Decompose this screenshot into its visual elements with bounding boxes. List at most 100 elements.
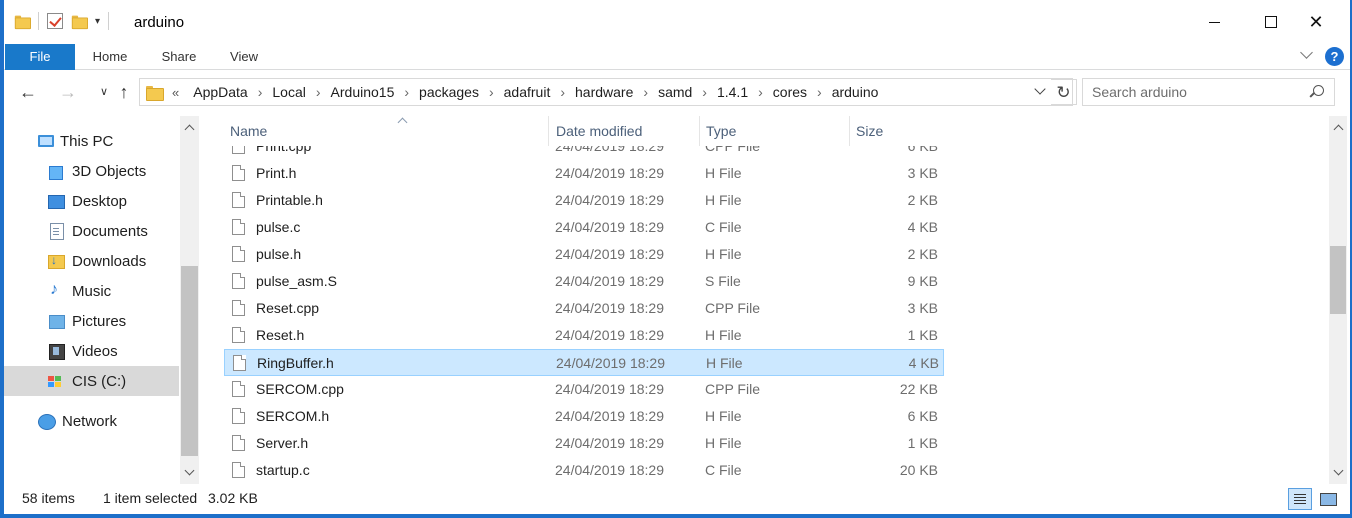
breadcrumb-arrow-icon[interactable]: › <box>310 84 327 100</box>
table-row[interactable]: RingBuffer.h 24/04/2019 18:29 H File 4 KB <box>224 349 944 376</box>
file-type: H File <box>706 355 743 371</box>
table-row[interactable]: pulse_asm.S 24/04/2019 18:29 S File 9 KB <box>224 268 944 295</box>
sidebar-item-label: Documents <box>72 222 148 240</box>
breadcrumb-arrow-icon[interactable]: › <box>752 84 769 100</box>
minimize-button[interactable] <box>1185 0 1243 44</box>
sort-ascending-icon <box>398 116 407 124</box>
large-icons-view-icon[interactable] <box>1316 488 1340 510</box>
table-row[interactable]: Print.cpp 24/04/2019 18:29 CPP File 6 KB <box>224 146 944 160</box>
table-row[interactable]: Print.h 24/04/2019 18:29 H File 3 KB <box>224 160 944 187</box>
desktop-folder-icon <box>48 193 66 209</box>
scrollbar-thumb[interactable] <box>181 266 198 456</box>
breadcrumb-arrow-icon[interactable]: › <box>483 84 500 100</box>
table-row[interactable]: pulse.h 24/04/2019 18:29 H File 2 KB <box>224 241 944 268</box>
breadcrumb-item[interactable]: AppData <box>189 84 251 100</box>
table-row[interactable]: Printable.h 24/04/2019 18:29 H File 2 KB <box>224 187 944 214</box>
file-icon <box>232 146 245 154</box>
scrollbar-thumb[interactable] <box>1330 246 1346 314</box>
toolbar-divider <box>108 12 110 30</box>
scroll-up-arrow-icon[interactable] <box>184 122 194 132</box>
sidebar-item-this-pc[interactable]: This PC <box>4 126 179 156</box>
customize-toolbar-dropdown-icon[interactable]: ▾ <box>95 16 100 27</box>
table-row[interactable]: Server.h 24/04/2019 18:29 H File 1 KB <box>224 430 944 457</box>
column-header-name[interactable]: Name <box>224 116 549 146</box>
search-icon[interactable] <box>1310 85 1324 99</box>
file-size: 20 KB <box>899 462 938 478</box>
file-date-modified: 24/04/2019 18:29 <box>555 246 664 262</box>
file-type: C File <box>705 219 742 235</box>
column-header-date-modified[interactable]: Date modified <box>550 116 700 146</box>
search-box[interactable] <box>1082 78 1335 106</box>
file-date-modified: 24/04/2019 18:29 <box>555 192 664 208</box>
breadcrumb-arrow-icon[interactable]: › <box>811 84 828 100</box>
table-row[interactable]: SERCOM.h 24/04/2019 18:29 H File 6 KB <box>224 403 944 430</box>
address-bar[interactable]: « AppData › Local › Arduino15 › packages › a… <box>139 78 1073 106</box>
breadcrumb-item[interactable]: arduino <box>828 84 883 100</box>
file-size: 22 KB <box>899 381 938 397</box>
status-bar: 58 items 1 item selected 3.02 KB <box>4 486 1350 512</box>
sidebar-item-label: Pictures <box>72 312 127 330</box>
tab-view[interactable]: View <box>222 44 266 70</box>
details-view-icon[interactable] <box>1288 488 1312 510</box>
file-list-scrollbar[interactable] <box>1329 116 1347 484</box>
table-row[interactable]: pulse.c 24/04/2019 18:29 C File 4 KB <box>224 214 944 241</box>
breadcrumb-arrow-icon[interactable]: › <box>398 84 415 100</box>
file-icon <box>232 273 245 289</box>
sidebar-item-pictures[interactable]: Pictures <box>4 306 179 336</box>
file-name: pulse.h <box>256 246 302 262</box>
table-row[interactable]: startup.c 24/04/2019 18:29 C File 20 KB <box>224 457 944 484</box>
navigation-pane-scrollbar[interactable] <box>180 116 199 484</box>
search-input[interactable] <box>1092 84 1302 100</box>
help-icon[interactable]: ? <box>1325 47 1344 66</box>
new-folder-icon[interactable] <box>71 15 88 29</box>
breadcrumb-arrow-icon[interactable]: › <box>554 84 571 100</box>
breadcrumb-item[interactable]: samd <box>654 84 696 100</box>
sidebar-item-3d-objects[interactable]: 3D Objects <box>4 156 179 186</box>
back-button[interactable]: ← <box>16 80 40 104</box>
file-type: CPP File <box>705 146 760 154</box>
breadcrumb-arrow-icon[interactable]: › <box>696 84 713 100</box>
sidebar-item-music[interactable]: Music <box>4 276 179 306</box>
tab-share[interactable]: Share <box>154 44 204 70</box>
refresh-button[interactable]: ↻ <box>1051 79 1077 105</box>
breadcrumb-item[interactable]: hardware <box>571 84 637 100</box>
sidebar-item-cis-drive[interactable]: CIS (C:) <box>4 366 179 396</box>
sidebar-item-label: Desktop <box>72 192 128 210</box>
ribbon-tabs: File Home Share View ? <box>4 44 1350 70</box>
column-header-type[interactable]: Type <box>700 116 850 146</box>
file-type: H File <box>705 246 742 262</box>
breadcrumb-item[interactable]: 1.4.1 <box>713 84 752 100</box>
table-row[interactable]: Reset.h 24/04/2019 18:29 H File 1 KB <box>224 322 944 349</box>
file-name: SERCOM.cpp <box>256 381 344 397</box>
scroll-down-arrow-icon[interactable] <box>184 468 194 478</box>
breadcrumb-item[interactable]: cores <box>769 84 811 100</box>
file-size: 1 KB <box>907 435 938 451</box>
toolbar-divider <box>38 12 39 30</box>
scroll-up-arrow-icon[interactable] <box>1333 122 1343 132</box>
tab-file[interactable]: File <box>5 44 75 70</box>
table-row[interactable]: Reset.cpp 24/04/2019 18:29 CPP File 3 KB <box>224 295 944 322</box>
address-history-chevron-icon[interactable] <box>1032 83 1048 101</box>
up-button[interactable]: ↑ <box>112 80 136 104</box>
breadcrumb-item[interactable]: packages <box>415 84 483 100</box>
breadcrumb-item[interactable]: Arduino15 <box>327 84 399 100</box>
table-row[interactable]: SERCOM.cpp 24/04/2019 18:29 CPP File 22 KB <box>224 376 944 403</box>
close-button[interactable]: ✕ <box>1287 0 1345 44</box>
expand-ribbon-chevron-icon[interactable] <box>1300 48 1314 62</box>
breadcrumb-arrow-icon[interactable]: › <box>252 84 269 100</box>
column-header-size[interactable]: Size <box>850 116 950 146</box>
sidebar-item-videos[interactable]: Videos <box>4 336 179 366</box>
sidebar-item-downloads[interactable]: Downloads <box>4 246 179 276</box>
properties-icon[interactable] <box>47 13 63 29</box>
breadcrumb-item[interactable]: Local <box>268 84 309 100</box>
sidebar-item-network[interactable]: Network <box>4 406 179 436</box>
scroll-down-arrow-icon[interactable] <box>1333 468 1343 478</box>
breadcrumb-arrow-icon[interactable]: › <box>637 84 654 100</box>
sidebar-item-documents[interactable]: Documents <box>4 216 179 246</box>
file-name: Server.h <box>256 435 309 451</box>
breadcrumb-overflow[interactable]: « <box>172 85 179 100</box>
tab-home[interactable]: Home <box>84 44 136 70</box>
breadcrumb-item[interactable]: adafruit <box>500 84 555 100</box>
forward-button[interactable]: → <box>56 80 80 104</box>
sidebar-item-desktop[interactable]: Desktop <box>4 186 179 216</box>
